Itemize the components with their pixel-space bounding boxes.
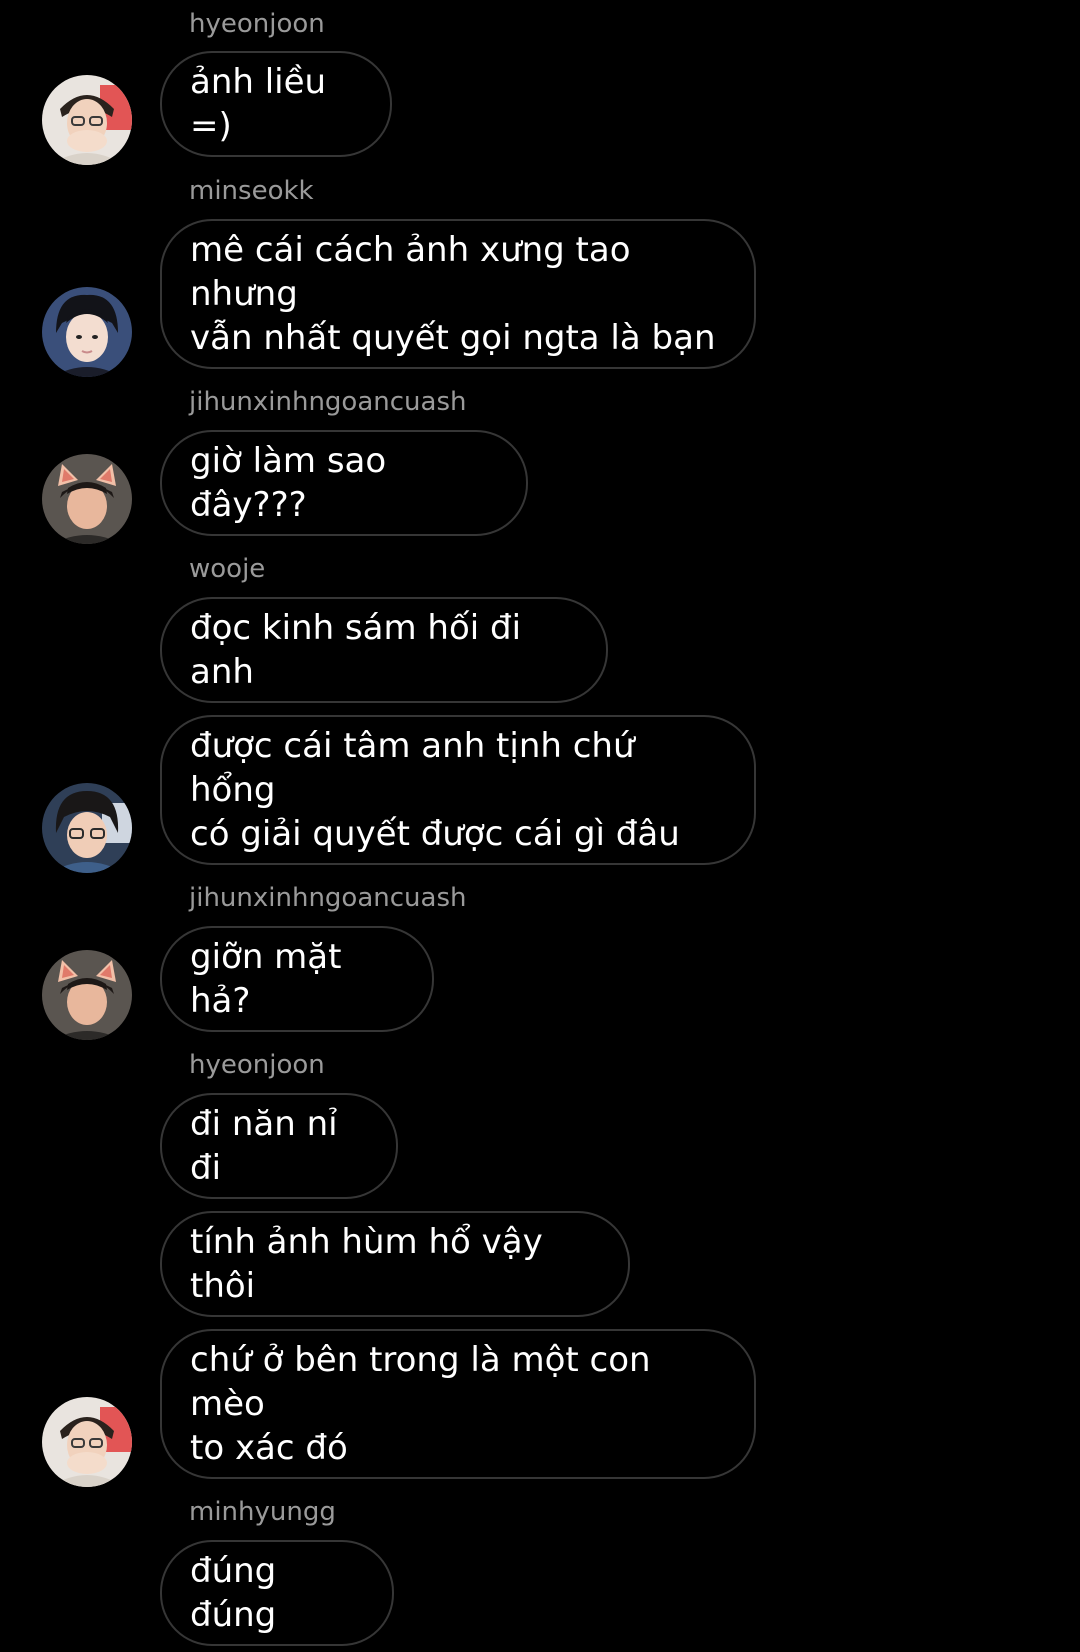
- message-text: đúng đúng: [190, 1551, 277, 1635]
- message-text: giỡn mặt hả?: [190, 937, 342, 1021]
- message-bubble[interactable]: đi năn nỉ đi: [160, 1093, 398, 1199]
- username-label: wooje: [189, 554, 266, 584]
- message-text: được cái tâm anh tịnh chứ hổng có giải q…: [190, 726, 680, 854]
- message-text: mê cái cách ảnh xưng tao nhưng vẫn nhất …: [190, 230, 716, 358]
- avatar-hyeonjoon-photo-icon: [42, 1397, 132, 1487]
- message-bubble[interactable]: giỡn mặt hả?: [160, 926, 434, 1032]
- avatar[interactable]: [42, 454, 132, 544]
- avatar-jihun-photo-icon: [42, 454, 132, 544]
- avatar-wooje-photo-icon: [42, 783, 132, 873]
- message-bubble[interactable]: đọc kinh sám hối đi anh: [160, 597, 608, 703]
- username-label: jihunxinhngoancuash: [189, 883, 467, 913]
- username-label: hyeonjoon: [189, 1050, 325, 1080]
- username-label: hyeonjoon: [189, 9, 325, 39]
- chat-thread: hyeonjoon ảnh liều =) minseokk mê cái cá…: [0, 0, 1080, 1652]
- avatar-hyeonjoon-photo-icon: [42, 75, 132, 165]
- avatar[interactable]: [42, 783, 132, 873]
- avatar-minseokk-photo-icon: [42, 287, 132, 377]
- message-bubble[interactable]: chứ ở bên trong là một con mèo to xác đó: [160, 1329, 756, 1479]
- avatar[interactable]: [42, 1397, 132, 1487]
- avatar-jihun-photo-icon: [42, 950, 132, 1040]
- username-label: jihunxinhngoancuash: [189, 387, 467, 417]
- message-bubble[interactable]: ảnh liều =): [160, 51, 392, 157]
- message-bubble[interactable]: giờ làm sao đây???: [160, 430, 528, 536]
- avatar[interactable]: [42, 75, 132, 165]
- username-label: minseokk: [189, 176, 314, 206]
- message-bubble[interactable]: đúng đúng: [160, 1540, 394, 1646]
- message-text: đi năn nỉ đi: [190, 1104, 338, 1188]
- message-text: ảnh liều =): [190, 62, 327, 146]
- message-bubble[interactable]: tính ảnh hùm hổ vậy thôi: [160, 1211, 630, 1317]
- message-text: tính ảnh hùm hổ vậy thôi: [190, 1222, 543, 1306]
- message-text: đọc kinh sám hối đi anh: [190, 608, 522, 692]
- avatar[interactable]: [42, 287, 132, 377]
- avatar[interactable]: [42, 950, 132, 1040]
- message-text: giờ làm sao đây???: [190, 441, 387, 525]
- username-label: minhyungg: [189, 1497, 336, 1527]
- message-bubble[interactable]: mê cái cách ảnh xưng tao nhưng vẫn nhất …: [160, 219, 756, 369]
- message-text: chứ ở bên trong là một con mèo to xác đó: [190, 1340, 651, 1468]
- message-bubble[interactable]: được cái tâm anh tịnh chứ hổng có giải q…: [160, 715, 756, 865]
